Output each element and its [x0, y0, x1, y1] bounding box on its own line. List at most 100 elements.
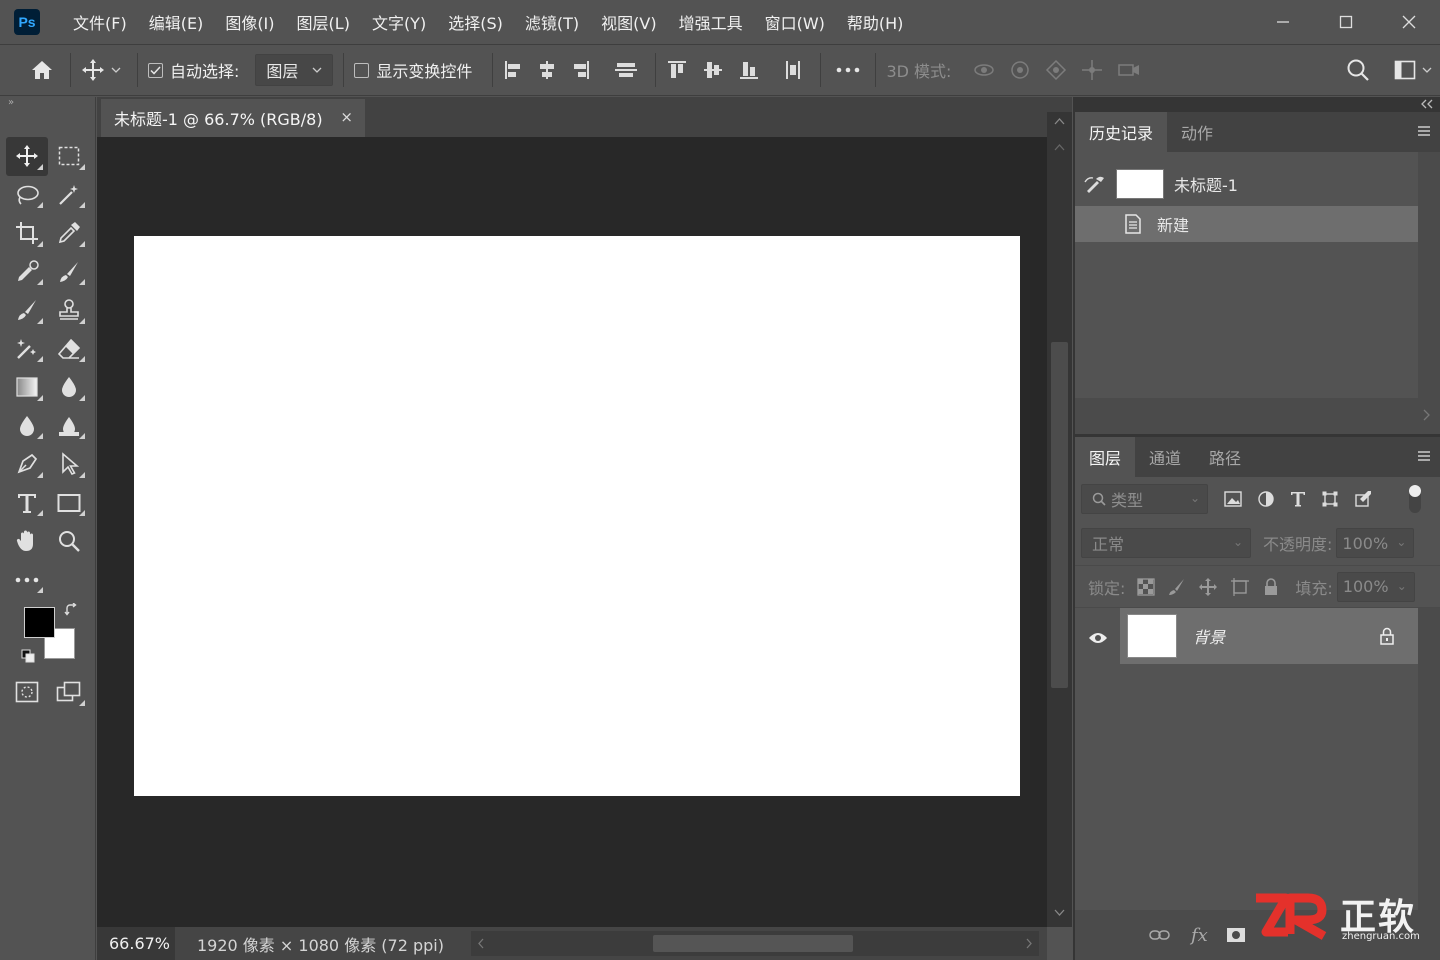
vertical-scrollbar[interactable] — [1047, 112, 1072, 927]
align-left-edges-icon[interactable] — [503, 59, 523, 81]
layer-row-background[interactable]: 背景 — [1120, 608, 1418, 664]
swap-colors-icon[interactable] — [64, 603, 78, 617]
auto-select-checkbox[interactable]: 自动选择: — [148, 58, 239, 82]
toolbar-collapse-icon[interactable]: » — [0, 97, 95, 111]
auto-select-target-dropdown[interactable]: 图层 — [255, 54, 334, 86]
menu-filter[interactable]: 滤镜(T) — [514, 10, 590, 34]
crop-tool[interactable] — [6, 214, 48, 253]
lock-all-icon[interactable] — [1263, 577, 1279, 596]
link-layers-icon[interactable] — [1149, 928, 1171, 942]
show-transform-controls-checkbox[interactable]: 显示变换控件 — [354, 58, 472, 82]
chevron-right-icon[interactable] — [1422, 408, 1432, 422]
lock-transparent-pixels-icon[interactable] — [1137, 577, 1156, 596]
panel-menu-icon[interactable] — [1416, 449, 1432, 463]
tab-history[interactable]: 历史记录 — [1075, 112, 1168, 152]
horizontal-scrollbar[interactable] — [471, 931, 1039, 956]
close-window-button[interactable] — [1377, 0, 1440, 44]
document-tab[interactable]: 未标题-1 @ 66.7% (RGB/8) × — [101, 99, 365, 137]
scroll-up-icon[interactable] — [1047, 114, 1072, 130]
align-top-edges-icon[interactable] — [666, 59, 688, 81]
scroll-down-icon[interactable] — [1047, 905, 1072, 921]
pencil-tool[interactable] — [6, 291, 48, 330]
add-mask-icon[interactable] — [1226, 927, 1246, 943]
layer-filter-kind-dropdown[interactable]: 类型 ⌄ — [1081, 484, 1208, 514]
tab-paths[interactable]: 路径 — [1195, 437, 1255, 477]
align-vertical-centers-icon[interactable] — [613, 59, 639, 81]
search-button[interactable] — [1346, 58, 1370, 82]
scroll-right-icon[interactable] — [1023, 931, 1035, 956]
edit-toolbar-button[interactable] — [6, 561, 48, 600]
shape-tool[interactable] — [48, 484, 90, 523]
align-vertical-middle-icon[interactable] — [702, 59, 724, 81]
adjustment-layer-filter-icon[interactable] — [1257, 490, 1275, 508]
menu-layer[interactable]: 图层(L) — [286, 10, 361, 34]
zoom-level-field[interactable]: 66.67% — [97, 927, 175, 960]
opacity-field[interactable]: 100% ⌄ — [1336, 528, 1415, 558]
spot-healing-brush-tool[interactable] — [6, 253, 48, 292]
menu-select[interactable]: 选择(S) — [437, 10, 514, 34]
brush-tool[interactable] — [48, 253, 90, 292]
eyedropper-tool[interactable] — [48, 214, 90, 253]
blend-mode-dropdown[interactable]: 正常 ⌄ — [1081, 528, 1251, 558]
distribute-horizontal-icon[interactable] — [782, 59, 804, 81]
tab-layers[interactable]: 图层 — [1075, 437, 1136, 477]
gradient-tool[interactable] — [6, 368, 48, 407]
eraser-tool[interactable] — [48, 330, 90, 369]
quick-mask-button[interactable] — [6, 673, 48, 712]
move-tool[interactable] — [6, 137, 48, 176]
menu-help[interactable]: 帮助(H) — [836, 10, 915, 34]
scroll-left-icon[interactable] — [475, 931, 487, 956]
path-selection-tool[interactable] — [48, 445, 90, 484]
magic-wand-tool[interactable] — [48, 176, 90, 215]
menu-type[interactable]: 文字(Y) — [361, 10, 437, 34]
smart-object-filter-icon[interactable] — [1354, 490, 1372, 508]
menu-image[interactable]: 图像(I) — [214, 10, 285, 34]
layer-filter-toggle[interactable] — [1409, 485, 1421, 513]
dodge-tool[interactable] — [6, 407, 48, 446]
zoom-tool[interactable] — [48, 522, 90, 561]
shape-layer-filter-icon[interactable] — [1321, 490, 1339, 508]
pen-tool[interactable] — [6, 445, 48, 484]
add-layer-style-icon[interactable]: fx — [1191, 925, 1208, 946]
workspace-switcher[interactable] — [1394, 60, 1432, 80]
align-right-edges-icon[interactable] — [571, 59, 591, 81]
lock-position-icon[interactable] — [1199, 577, 1218, 596]
align-horizontal-centers-icon[interactable] — [537, 59, 557, 81]
close-document-icon[interactable]: × — [340, 108, 353, 126]
layer-visibility-eye-icon[interactable] — [1088, 631, 1108, 645]
tab-actions[interactable]: 动作 — [1167, 112, 1227, 152]
layer-name[interactable]: 背景 — [1193, 624, 1225, 648]
document-canvas[interactable] — [134, 236, 1020, 796]
type-layer-filter-icon[interactable] — [1290, 490, 1306, 508]
menu-window[interactable]: 窗口(W) — [754, 10, 836, 34]
move-tool-preset-picker[interactable] — [81, 58, 121, 82]
type-tool[interactable] — [6, 484, 48, 523]
vertical-scroll-thumb[interactable] — [1051, 342, 1068, 688]
history-snapshot-row[interactable]: 未标题-1 — [1075, 162, 1418, 206]
screen-mode-button[interactable] — [48, 673, 90, 712]
blur-tool[interactable] — [48, 368, 90, 407]
menu-file[interactable]: 文件(F) — [62, 10, 138, 34]
foreground-color-swatch[interactable] — [24, 607, 55, 638]
canvas-workspace[interactable] — [97, 137, 1047, 927]
menu-edit[interactable]: 编辑(E) — [138, 10, 215, 34]
home-button[interactable] — [14, 59, 70, 81]
menu-view[interactable]: 视图(V) — [590, 10, 667, 34]
lock-artboard-icon[interactable] — [1230, 577, 1250, 596]
collapse-panels-icon[interactable] — [1420, 99, 1434, 109]
lasso-tool[interactable] — [6, 176, 48, 215]
rectangular-marquee-tool[interactable] — [48, 137, 90, 176]
tab-channels[interactable]: 通道 — [1135, 437, 1195, 477]
history-brush-tool[interactable] — [6, 330, 48, 369]
history-state-row[interactable]: 新建 — [1075, 206, 1418, 242]
pixel-layer-filter-icon[interactable] — [1224, 491, 1242, 507]
scroll-up-icon[interactable] — [1047, 140, 1072, 156]
sponge-tool[interactable] — [48, 407, 90, 446]
history-brush-source-icon[interactable] — [1083, 174, 1105, 194]
lock-image-pixels-icon[interactable] — [1168, 578, 1186, 596]
align-bottom-edges-icon[interactable] — [738, 59, 760, 81]
more-options-button[interactable] — [831, 67, 865, 73]
app-logo[interactable]: Ps — [14, 9, 40, 35]
hand-tool[interactable] — [6, 522, 48, 561]
panel-menu-icon[interactable] — [1416, 124, 1432, 138]
